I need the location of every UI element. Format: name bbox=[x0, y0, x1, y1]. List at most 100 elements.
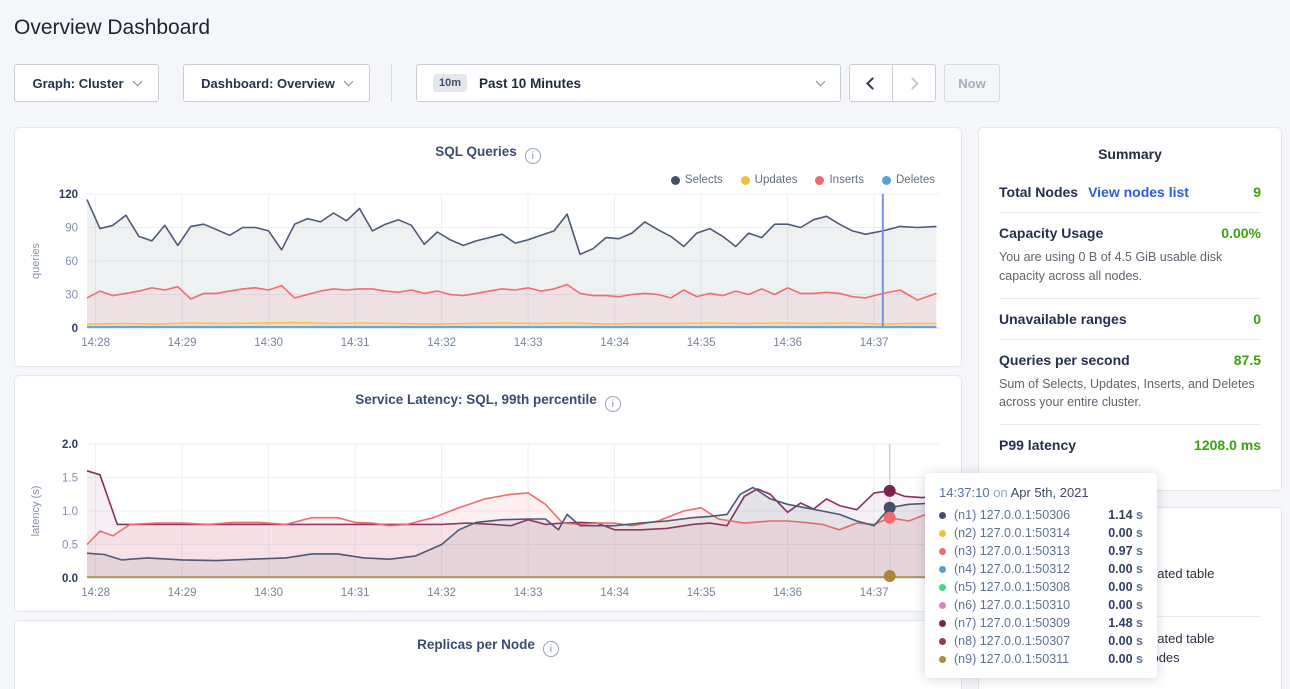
node-value: 0.00 s bbox=[1108, 598, 1143, 612]
summary-row-total-nodes: Total Nodes View nodes list 9 bbox=[999, 172, 1261, 213]
summary-row-qps: Queries per second 87.5 Sum of Selects, … bbox=[999, 340, 1261, 426]
svg-text:14:33: 14:33 bbox=[514, 587, 543, 599]
tooltip-row: (n2) 127.0.0.1:50314 0.00 s bbox=[939, 524, 1143, 542]
unavailable-ranges-label: Unavailable ranges bbox=[999, 311, 1127, 327]
svg-text:1.5: 1.5 bbox=[62, 473, 78, 485]
time-range-badge: 10m bbox=[433, 74, 467, 92]
chevron-down-icon bbox=[816, 76, 826, 86]
svg-text:14:30: 14:30 bbox=[254, 337, 283, 349]
chevron-right-icon bbox=[906, 77, 919, 90]
chart-title: SQL Queries bbox=[435, 144, 517, 159]
svg-text:14:34: 14:34 bbox=[600, 587, 629, 599]
p99-latency-value: 1208.0 ms bbox=[1194, 437, 1261, 453]
node-color-dot bbox=[939, 638, 946, 645]
chevron-down-icon bbox=[343, 76, 353, 86]
time-range-label: Past 10 Minutes bbox=[479, 76, 581, 91]
node-name: (n1) 127.0.0.1:50306 bbox=[954, 508, 1070, 522]
time-range-selector[interactable]: 10m Past 10 Minutes bbox=[416, 64, 841, 102]
svg-text:0: 0 bbox=[72, 323, 78, 335]
svg-text:14:32: 14:32 bbox=[427, 337, 456, 349]
node-name: (n9) 127.0.0.1:50311 bbox=[954, 652, 1069, 666]
node-color-dot bbox=[939, 656, 946, 663]
svg-text:120: 120 bbox=[59, 189, 78, 201]
now-button[interactable]: Now bbox=[944, 64, 1000, 102]
legend-dot bbox=[671, 176, 680, 185]
svg-text:14:31: 14:31 bbox=[341, 587, 370, 599]
service-latency-chart[interactable]: 0.00.51.01.52.014:2814:2914:3014:3114:32… bbox=[23, 438, 955, 616]
svg-text:2.0: 2.0 bbox=[62, 439, 78, 451]
overview-dashboard-page: Overview Dashboard Graph: Cluster Dashbo… bbox=[0, 0, 1290, 689]
sql-queries-panel: SQL Queries i Selects Updates Inserts Delete… bbox=[14, 127, 962, 367]
view-nodes-list-link[interactable]: View nodes list bbox=[1088, 184, 1189, 200]
graph-selector-dropdown[interactable]: Graph: Cluster bbox=[14, 64, 159, 102]
chart-title: Service Latency: SQL, 99th percentile bbox=[355, 392, 597, 407]
legend-item-inserts[interactable]: Inserts bbox=[815, 174, 864, 186]
legend-label: Updates bbox=[755, 174, 798, 186]
svg-text:60: 60 bbox=[65, 256, 78, 268]
tooltip-row: (n7) 127.0.0.1:503091.48 s bbox=[939, 614, 1143, 632]
replicas-per-node-panel: Replicas per Node i bbox=[14, 620, 962, 689]
tooltip-row: (n9) 127.0.0.1:50311 0.00 s bbox=[939, 650, 1143, 668]
info-icon[interactable]: i bbox=[525, 148, 541, 164]
time-step-buttons bbox=[849, 64, 936, 102]
node-name: (n4) 127.0.0.1:50312 bbox=[954, 562, 1070, 576]
svg-text:14:30: 14:30 bbox=[254, 587, 283, 599]
node-color-dot bbox=[939, 530, 946, 537]
tooltip-row: (n8) 127.0.0.1:50307 0.00 s bbox=[939, 632, 1143, 650]
node-name: (n6) 127.0.0.1:50310 bbox=[954, 598, 1070, 612]
chart-title-row: Service Latency: SQL, 99th percentile i bbox=[15, 376, 961, 412]
tooltip-row: (n5) 127.0.0.1:503080.00 s bbox=[939, 578, 1143, 596]
total-nodes-label: Total Nodes bbox=[999, 184, 1078, 200]
legend-item-updates[interactable]: Updates bbox=[741, 174, 798, 186]
node-name: (n8) 127.0.0.1:50307 bbox=[954, 634, 1070, 648]
charts-column: SQL Queries i Selects Updates Inserts Delete… bbox=[14, 127, 962, 689]
node-value: 0.00 s bbox=[1108, 652, 1143, 666]
node-value: 0.00 s bbox=[1108, 580, 1143, 594]
legend-label: Inserts bbox=[829, 174, 864, 186]
legend-item-deletes[interactable]: Deletes bbox=[882, 174, 935, 186]
time-next-button[interactable] bbox=[892, 64, 936, 102]
node-name: (n7) 127.0.0.1:50309 bbox=[954, 616, 1070, 630]
tooltip-header: 14:37:10 on Apr 5th, 2021 bbox=[939, 485, 1143, 500]
chart-title: Replicas per Node bbox=[417, 637, 535, 652]
info-icon[interactable]: i bbox=[605, 396, 621, 412]
node-color-dot bbox=[939, 584, 946, 591]
node-name: (n2) 127.0.0.1:50314 bbox=[954, 526, 1070, 540]
svg-text:1.0: 1.0 bbox=[62, 506, 78, 518]
tooltip-on: on bbox=[990, 485, 1011, 500]
p99-latency-label: P99 latency bbox=[999, 437, 1076, 453]
svg-text:14:32: 14:32 bbox=[427, 587, 456, 599]
legend-label: Deletes bbox=[896, 174, 935, 186]
chevron-left-icon bbox=[866, 77, 879, 90]
total-nodes-value: 9 bbox=[1253, 184, 1261, 200]
sql-queries-chart[interactable]: 030609012014:2814:2914:3014:3114:3214:33… bbox=[23, 188, 955, 366]
capacity-label: Capacity Usage bbox=[999, 225, 1103, 241]
dashboard-selector-dropdown[interactable]: Dashboard: Overview bbox=[183, 64, 370, 102]
node-value: 0.00 s bbox=[1108, 634, 1143, 648]
node-value: 0.97 s bbox=[1108, 544, 1143, 558]
controls-bar: Graph: Cluster Dashboard: Overview 10m P… bbox=[14, 64, 1276, 102]
chart-title-row: Replicas per Node i bbox=[15, 621, 961, 657]
legend-item-selects[interactable]: Selects bbox=[671, 174, 723, 186]
tooltip-row: (n3) 127.0.0.1:503130.97 s bbox=[939, 542, 1143, 560]
legend-dot bbox=[741, 176, 750, 185]
node-color-dot bbox=[939, 620, 946, 627]
node-value: 0.00 s bbox=[1108, 562, 1143, 576]
svg-text:30: 30 bbox=[65, 290, 78, 302]
time-prev-button[interactable] bbox=[849, 64, 893, 102]
node-value: 0.00 s bbox=[1108, 526, 1143, 540]
svg-text:14:37: 14:37 bbox=[860, 587, 889, 599]
summary-row-unavailable-ranges: Unavailable ranges 0 bbox=[999, 299, 1261, 340]
svg-text:14:35: 14:35 bbox=[687, 587, 716, 599]
svg-text:latency (s): latency (s) bbox=[30, 486, 42, 537]
info-icon[interactable]: i bbox=[543, 641, 559, 657]
summary-row-p99-latency: P99 latency 1208.0 ms bbox=[999, 425, 1261, 465]
svg-text:14:36: 14:36 bbox=[773, 587, 802, 599]
tooltip-rows: (n1) 127.0.0.1:503061.14 s(n2) 127.0.0.1… bbox=[939, 506, 1143, 668]
qps-value: 87.5 bbox=[1234, 352, 1261, 368]
qps-label: Queries per second bbox=[999, 352, 1130, 368]
chevron-down-icon bbox=[132, 76, 142, 86]
svg-text:14:31: 14:31 bbox=[341, 337, 370, 349]
svg-text:0.5: 0.5 bbox=[62, 540, 78, 552]
svg-text:14:28: 14:28 bbox=[81, 337, 110, 349]
